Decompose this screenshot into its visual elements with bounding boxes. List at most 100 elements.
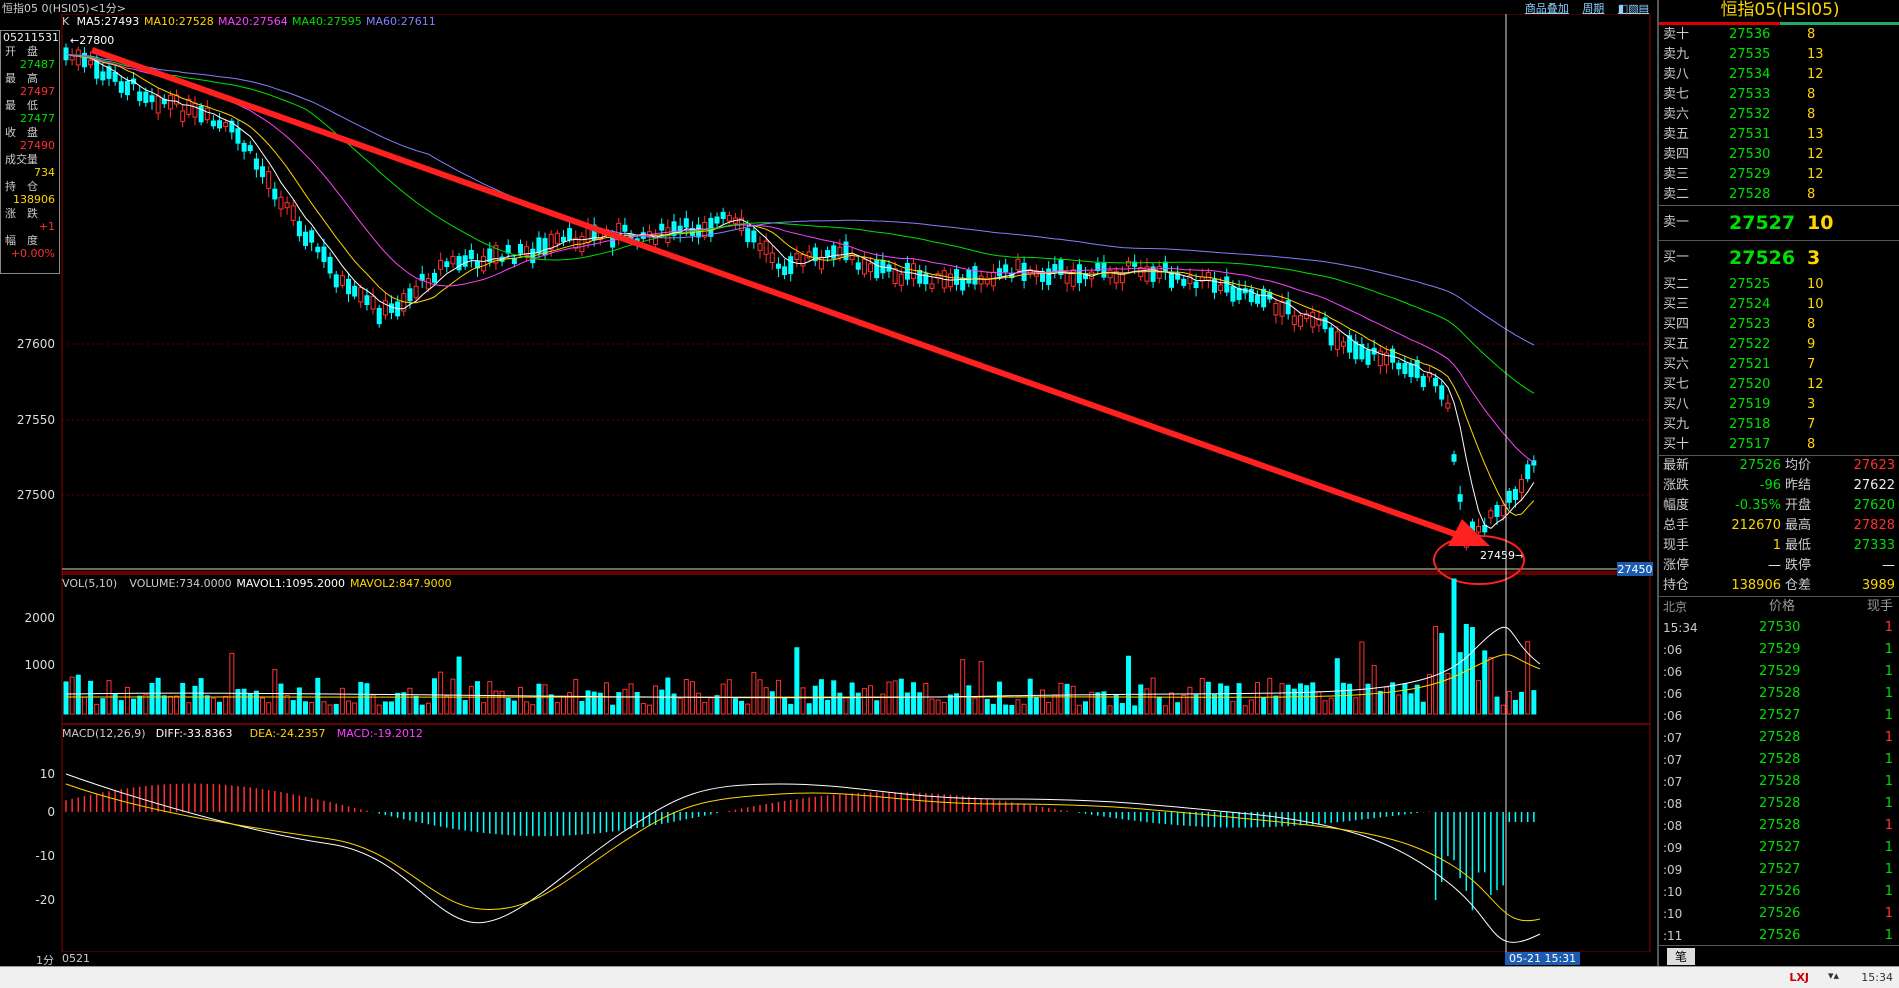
ask-level-row[interactable]: 卖二 27528 8: [1659, 185, 1899, 205]
ask1-row[interactable]: 卖一 27527 10: [1659, 205, 1899, 240]
volume-bar: [290, 700, 296, 715]
ask-level-row[interactable]: 卖五 27531 13: [1659, 125, 1899, 145]
tick-qty: 1: [1884, 840, 1893, 855]
volume-bar: [352, 702, 358, 715]
ma-legend-item: MA20:27564: [218, 15, 288, 28]
vol-legend-item: MAVOL1:1095.2000: [236, 577, 345, 590]
volume-bar: [499, 690, 505, 715]
stat-label: 均价: [1785, 458, 1812, 473]
ask-level-price: 27534: [1729, 67, 1771, 82]
bid-level-row[interactable]: 买十 27517 8: [1659, 435, 1899, 455]
volume-bar: [929, 698, 935, 715]
volume-bar: [444, 695, 450, 715]
candle-body: [210, 120, 216, 127]
bid-level-row[interactable]: 买八 27519 3: [1659, 395, 1899, 415]
tick-list[interactable]: 15:34 27530 1:06 27529 1:06 27529 1:06 27528 1:0…: [1659, 617, 1899, 947]
bid-level-row[interactable]: 买二 27525 10: [1659, 275, 1899, 295]
kline-chart-svg[interactable]: 27600 27550 27500 27450 K MA5:27493 MA10:27528…: [0, 13, 1655, 966]
ask-level-row[interactable]: 卖九 27535 13: [1659, 45, 1899, 65]
bid-level-row[interactable]: 买四 27523 8: [1659, 315, 1899, 335]
volume-bar: [1310, 682, 1316, 715]
vol-y-tick: 2000: [24, 611, 55, 625]
volume-bar: [622, 688, 628, 715]
candle-body: [444, 261, 450, 268]
volume-bar: [1451, 578, 1457, 715]
bid-level-row[interactable]: 买三 27524 10: [1659, 295, 1899, 315]
ask-level-qty: 8: [1807, 87, 1816, 102]
candle-body: [1500, 505, 1506, 517]
bid1-row[interactable]: 买一 27526 3: [1659, 240, 1899, 275]
candle-body: [149, 95, 155, 103]
candle-body: [1254, 294, 1260, 304]
candle-body: [1322, 317, 1328, 330]
ask-level-row[interactable]: 卖八 27534 12: [1659, 65, 1899, 85]
candle-body: [622, 224, 628, 232]
stat-label: 昨结: [1785, 478, 1812, 493]
bid1-label: 买一: [1663, 250, 1690, 265]
tick-row: :07 27528 1: [1659, 727, 1899, 749]
ask-level-price: 27536: [1729, 27, 1771, 42]
stat-label: 开盘: [1785, 498, 1812, 513]
candle-body: [904, 262, 910, 280]
ask-level-label: 卖八: [1663, 67, 1690, 82]
bid-level-row[interactable]: 买九 27518 7: [1659, 415, 1899, 435]
candle-body: [192, 102, 198, 118]
volume-bar: [389, 701, 395, 715]
ask-level-row[interactable]: 卖六 27532 8: [1659, 105, 1899, 125]
bid-level-row[interactable]: 买六 27521 7: [1659, 355, 1899, 375]
candle-body: [333, 274, 339, 288]
ask-level-row[interactable]: 卖十 27536 8: [1659, 25, 1899, 45]
ohlc-label: 涨 跌: [5, 206, 38, 220]
volume-bar: [1316, 691, 1322, 715]
volume-bar: [990, 703, 996, 715]
candle-body: [75, 49, 81, 66]
candle-body: [327, 256, 333, 274]
bid-level-row[interactable]: 买七 27520 12: [1659, 375, 1899, 395]
candle-body: [247, 145, 253, 152]
candle-body: [1402, 362, 1408, 374]
volume-bar: [1175, 702, 1181, 715]
tick-time: :06: [1663, 665, 1683, 679]
volume-bar: [1113, 694, 1119, 715]
tick-price: 27528: [1759, 686, 1801, 701]
candle-body: [468, 249, 474, 260]
stat-label: 最高: [1785, 518, 1812, 533]
candle-body: [683, 218, 689, 228]
price-tag-label: 27450: [1618, 563, 1653, 576]
volume-bar: [180, 682, 186, 715]
volume-bar: [868, 685, 874, 715]
bid-level-row[interactable]: 买五 27522 9: [1659, 335, 1899, 355]
candle-body: [1046, 268, 1052, 285]
volume-bar: [1224, 685, 1230, 715]
ma-legend-item: MA10:27528: [144, 15, 214, 28]
tick-time: :07: [1663, 775, 1683, 789]
tick-time: :11: [1663, 929, 1683, 943]
tick-qty: 1: [1884, 664, 1893, 679]
volume-bar: [1126, 655, 1132, 715]
volume-bar: [1040, 689, 1046, 715]
chart-area[interactable]: 27600 27550 27500 27450 K MA5:27493 MA10:27528…: [0, 13, 1655, 966]
volume-bar: [438, 671, 444, 715]
bid-level-price: 27521: [1729, 357, 1771, 372]
stat-row: 最新 27526 均价 27623: [1659, 456, 1899, 476]
bid-level-qty: 8: [1807, 317, 1816, 332]
tick-price: 27527: [1759, 840, 1801, 855]
tick-time: :06: [1663, 687, 1683, 701]
candle-body: [1414, 360, 1420, 378]
ask-level-row[interactable]: 卖三 27529 12: [1659, 165, 1899, 185]
ask-level-row[interactable]: 卖四 27530 12: [1659, 145, 1899, 165]
tick-price: 27528: [1759, 774, 1801, 789]
ask-level-qty: 12: [1807, 147, 1824, 162]
volume-bar: [1469, 627, 1475, 715]
ask-level-row[interactable]: 卖七 27533 8: [1659, 85, 1899, 105]
volume-bar: [1058, 682, 1064, 715]
tick-tab[interactable]: 笔: [1667, 948, 1696, 965]
volume-bar: [659, 689, 665, 715]
chart-title-bar: 恒指05 0(HSI05)<1分> 商品叠加 周期 ◧▧▤: [0, 0, 1655, 15]
stat-label: 最新: [1663, 458, 1690, 473]
volume-bar: [1377, 690, 1383, 715]
bid-level-price: 27522: [1729, 337, 1771, 352]
stat-row: 涨跌 -96 昨结 27622: [1659, 476, 1899, 496]
tick-time: :08: [1663, 797, 1683, 811]
volume-bar: [364, 683, 370, 715]
